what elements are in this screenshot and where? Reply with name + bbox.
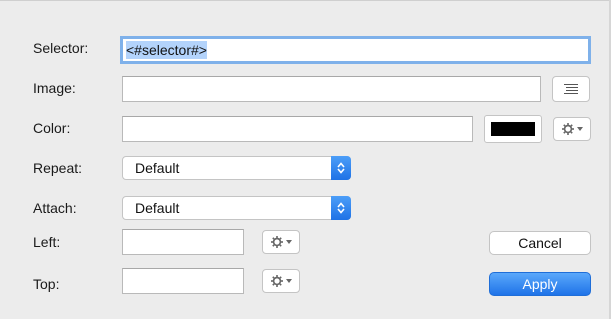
selector-selected-text: <#selector#> [126, 41, 207, 59]
color-label: Color: [33, 120, 71, 136]
color-swatch [491, 122, 535, 136]
top-input[interactable] [122, 268, 244, 294]
attach-selected-value: Default [135, 200, 180, 216]
attach-label: Attach: [33, 200, 77, 216]
image-label: Image: [33, 80, 76, 96]
attach-select[interactable]: Default [122, 196, 351, 220]
chevron-down-icon [576, 127, 583, 131]
top-action-button[interactable] [262, 269, 300, 293]
apply-button[interactable]: Apply [489, 272, 591, 296]
chevron-down-icon [285, 240, 292, 244]
repeat-selected-value: Default [135, 160, 180, 176]
chevron-down-icon [285, 279, 292, 283]
image-browse-button[interactable] [552, 76, 590, 102]
repeat-label: Repeat: [33, 160, 83, 176]
updown-arrows-icon [331, 156, 351, 180]
selector-label: Selector: [33, 40, 89, 56]
gear-icon [270, 236, 292, 248]
left-label: Left: [33, 234, 61, 250]
left-input[interactable] [122, 229, 244, 255]
color-input[interactable] [122, 116, 473, 142]
top-label: Top: [33, 276, 60, 292]
top-divider [0, 0, 611, 1]
gear-icon [270, 275, 292, 287]
gear-icon [561, 123, 583, 135]
cancel-button[interactable]: Cancel [489, 231, 591, 255]
image-input[interactable] [122, 76, 541, 102]
selector-input[interactable]: <#selector#> [120, 36, 591, 64]
repeat-select[interactable]: Default [122, 156, 351, 180]
list-icon [564, 84, 578, 94]
color-action-button[interactable] [553, 117, 591, 141]
left-action-button[interactable] [262, 230, 300, 254]
color-swatch-button[interactable] [484, 115, 542, 143]
updown-arrows-icon [331, 196, 351, 220]
